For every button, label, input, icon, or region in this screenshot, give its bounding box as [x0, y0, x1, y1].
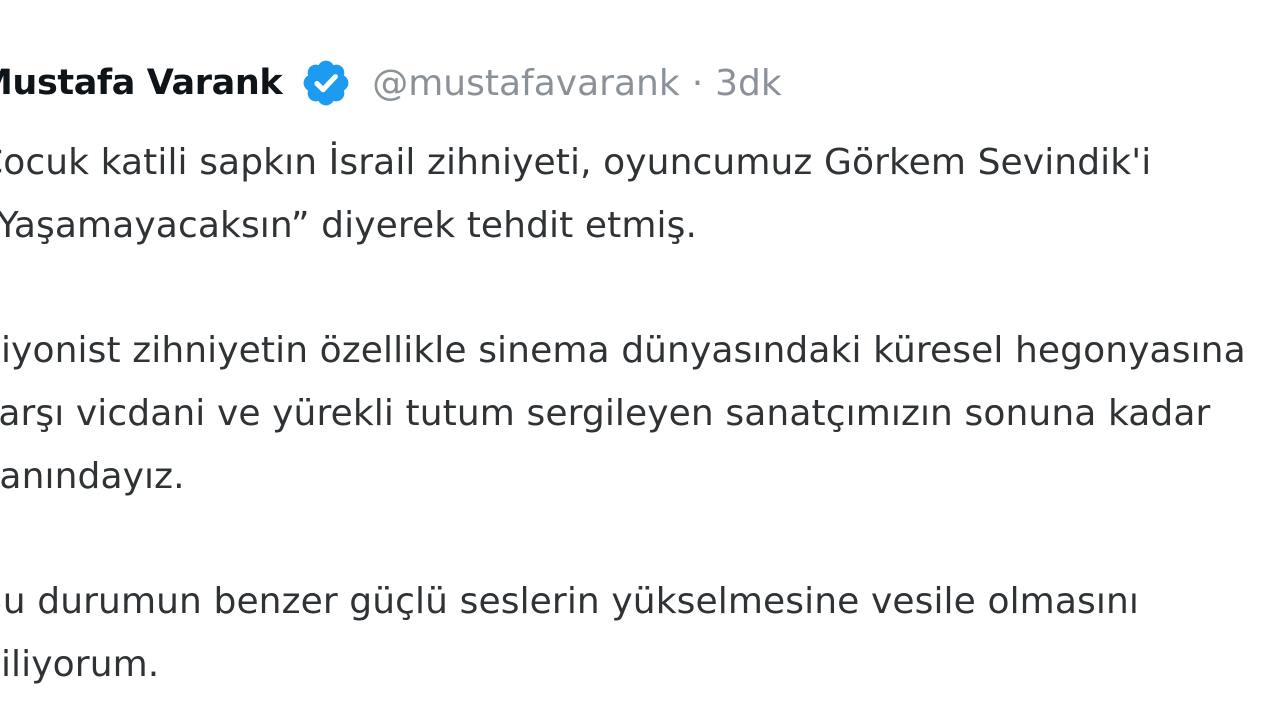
author-handle[interactable]: @mustafavarank: [372, 63, 679, 104]
post-header: Mustafa Varank @mustafavarank · 3dk: [0, 57, 782, 109]
post-timestamp[interactable]: 3dk: [715, 63, 782, 104]
post-text: Çocuk katili sapkın İsrail zihniyeti, oy…: [0, 131, 1280, 696]
header-separator: ·: [691, 62, 704, 104]
author-display-name[interactable]: Mustafa Varank: [0, 63, 283, 103]
post-viewport: Mustafa Varank @mustafavarank · 3dk Çocu…: [0, 0, 1280, 720]
post-text-line: yanındayız.: [0, 456, 185, 497]
verified-badge-icon: [294, 51, 358, 115]
post-text-line: diliyorum.: [0, 644, 160, 685]
post-text-line: Bu durumun benzer güçlü seslerin yükselm…: [0, 581, 1139, 622]
post-text-line: “Yaşamayacaksın” diyerek tehdit etmiş.: [0, 205, 698, 246]
post-text-line: karşı vicdani ve yürekli tutum sergileye…: [0, 393, 1211, 434]
post-text-line: Çocuk katili sapkın İsrail zihniyeti, oy…: [0, 142, 1152, 183]
post-text-line: Siyonist zihniyetin özellikle sinema dün…: [0, 330, 1246, 371]
